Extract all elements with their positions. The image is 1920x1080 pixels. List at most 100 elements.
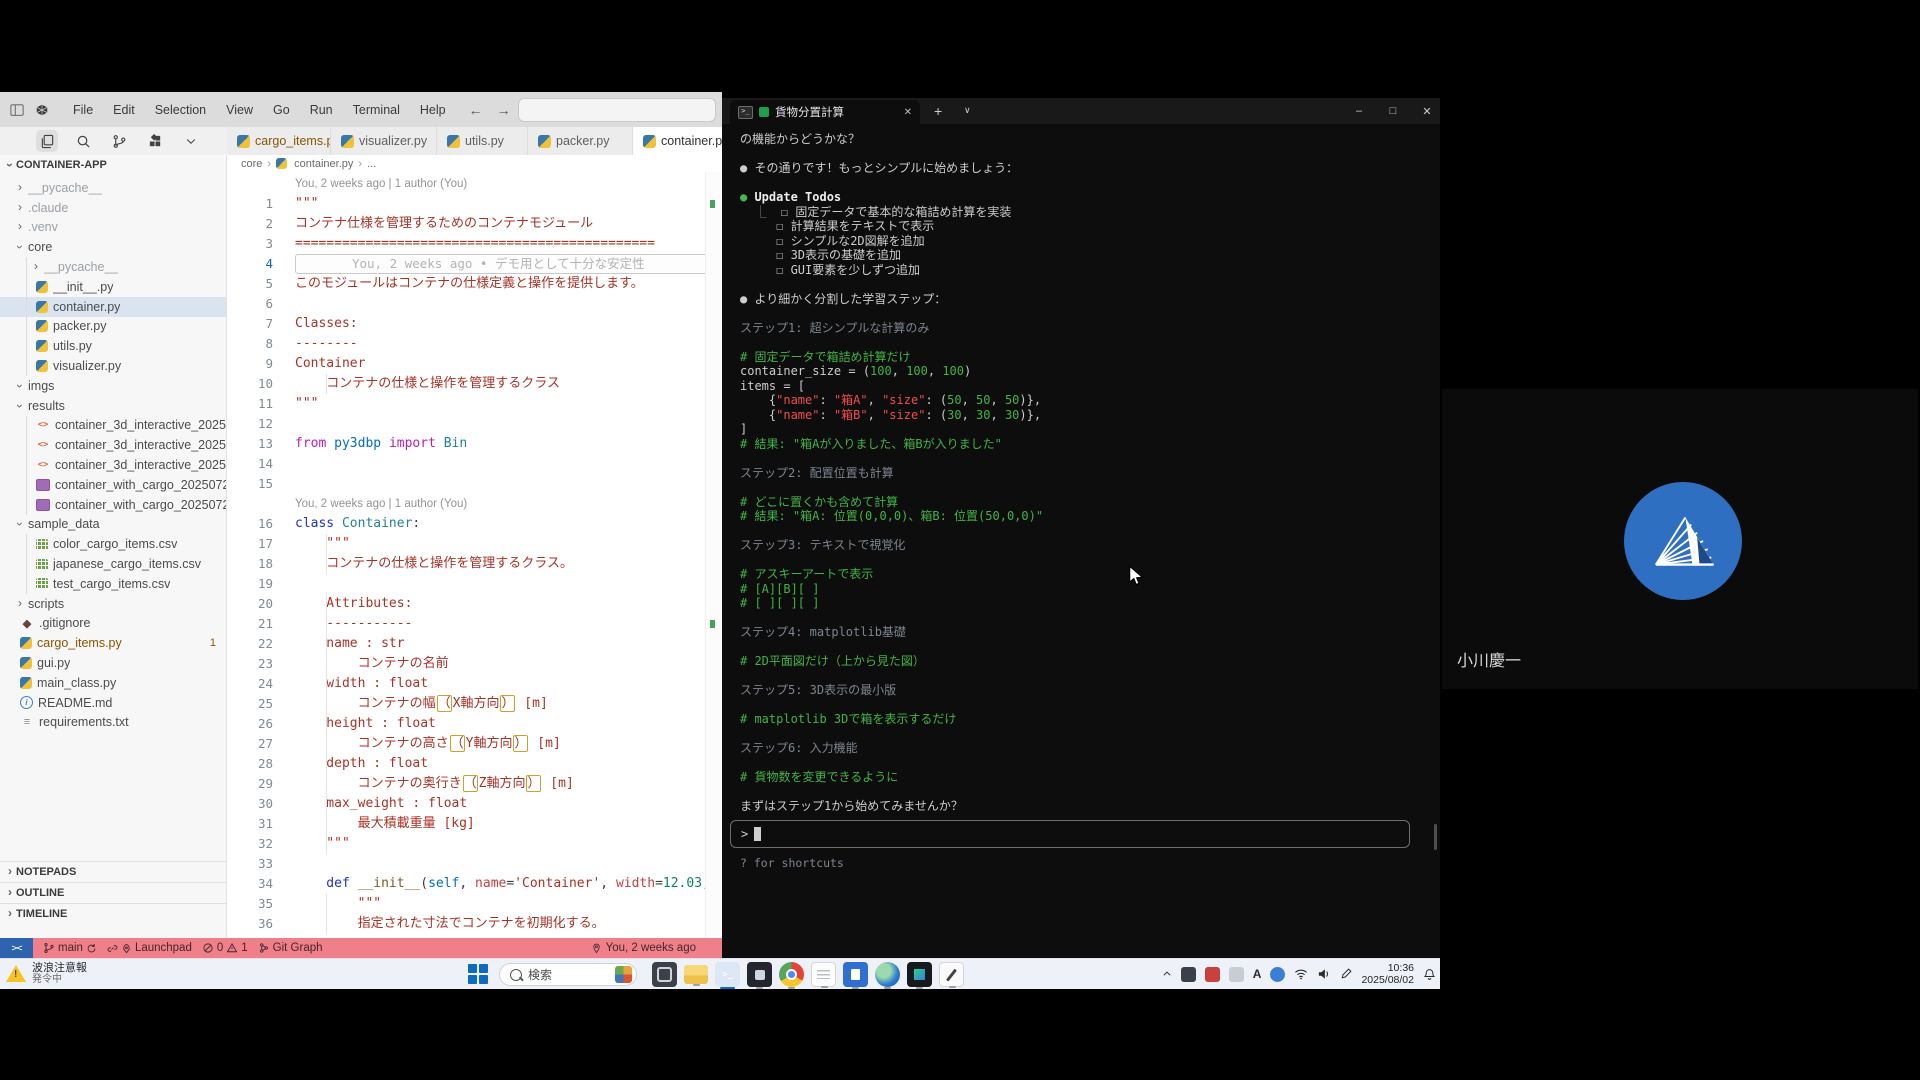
pen-app-icon[interactable] [939, 962, 964, 987]
tree-item-.venv[interactable]: ›.venv [0, 218, 226, 238]
edge-app-icon[interactable] [875, 962, 900, 987]
code-line[interactable]: 29 コンテナの奥行き（Z軸方向） [m] [227, 774, 722, 794]
breadcrumb[interactable]: core › container.py › ... [227, 155, 722, 172]
tree-item-__pycache__[interactable]: ›__pycache__ [0, 257, 226, 277]
tree-item-container_3d_interactive_2025072...[interactable]: <>container_3d_interactive_2025072... [0, 416, 226, 436]
menu-help[interactable]: Help [411, 100, 455, 120]
section-timeline[interactable]: ›TIMELINE [0, 903, 226, 924]
code-line[interactable]: 16class Container: [227, 514, 722, 534]
folder-app-icon[interactable] [684, 965, 708, 984]
tree-item-.claude[interactable]: ›.claude [0, 198, 226, 218]
code-line[interactable]: 3=======================================… [227, 234, 722, 254]
codelens-blame[interactable]: You, 2 weeks ago | 1 author (You) [227, 494, 722, 514]
tree-item-requirements.txt[interactable]: ≡requirements.txt [0, 713, 226, 733]
tree-item-core[interactable]: ›core [0, 237, 226, 257]
tree-item-container_with_cargo_20250721_1...[interactable]: container_with_cargo_20250721_1... [0, 475, 226, 495]
code-line[interactable]: 22 name : str [227, 634, 722, 654]
notification-bell-icon[interactable] [1423, 968, 1436, 981]
menu-edit[interactable]: Edit [104, 100, 144, 120]
wifi-icon[interactable] [1294, 968, 1308, 980]
explorer-icon[interactable] [36, 130, 58, 152]
tree-item-japanese_cargo_items.csv[interactable]: japanese_cargo_items.csv [0, 554, 226, 574]
blame-status[interactable]: You, 2 weeks ago [591, 942, 696, 954]
tree-item-packer.py[interactable]: packer.py [0, 317, 226, 337]
tree-item-sample_data[interactable]: ›sample_data [0, 515, 226, 535]
code-editor[interactable]: You, 2 weeks ago | 1 author (You)1"""2コン… [227, 172, 722, 938]
code-line[interactable]: 25 コンテナの幅（X軸方向） [m] [227, 694, 722, 714]
command-center[interactable] [518, 98, 716, 122]
weather-widget[interactable]: ! 波浪注意報 発令中 [6, 962, 87, 985]
nav-back-icon[interactable]: ← [469, 102, 483, 118]
tree-item-__pycache__[interactable]: ›__pycache__ [0, 178, 226, 198]
problems-status[interactable]: 0 1 [202, 942, 248, 954]
tree-item-cargo_items.py[interactable]: cargo_items.py1 [0, 633, 226, 653]
tree-item-gui.py[interactable]: gui.py [0, 653, 226, 673]
code-line[interactable]: 35 """ [227, 894, 722, 914]
code-line[interactable]: 26 height : float [227, 714, 722, 734]
terminal-app-icon[interactable]: >_ [715, 962, 740, 987]
layout-toggle-icon[interactable] [9, 102, 25, 118]
tab-utils.py[interactable]: utils.py [437, 127, 528, 155]
git-branch-status[interactable]: main [43, 942, 97, 954]
tab-packer.py[interactable]: packer.py [528, 127, 633, 155]
code-line[interactable]: 24 width : float [227, 674, 722, 694]
code-line[interactable]: 1""" [227, 194, 722, 214]
terminal-prompt-input[interactable]: > [730, 820, 1410, 848]
taskbar-clock[interactable]: 10:36 2025/08/02 [1361, 962, 1414, 986]
code-line[interactable]: 9Container [227, 354, 722, 374]
tray-app-badge-icon[interactable] [1205, 967, 1220, 982]
code-line[interactable]: 4You, 2 weeks ago • デモ用として十分な安定性 [227, 254, 722, 274]
tree-item-results[interactable]: ›results [0, 396, 226, 416]
tree-item-main_class.py[interactable]: main_class.py [0, 673, 226, 693]
appdark-app-icon[interactable] [747, 962, 772, 987]
code-line[interactable]: 12 [227, 414, 722, 434]
tree-item-color_cargo_items.csv[interactable]: color_cargo_items.csv [0, 534, 226, 554]
code-line[interactable]: 32 """ [227, 834, 722, 854]
terminal-titlebar[interactable]: >_ 貨物分置計算 ✕ + ∨ – □ ✕ [722, 98, 1440, 124]
tree-item-imgs[interactable]: ›imgs [0, 376, 226, 396]
code-line[interactable]: 31 最大積載重量 [kg] [227, 814, 722, 834]
search-icon[interactable] [72, 130, 94, 152]
code-line[interactable]: 10 コンテナの仕様と操作を管理するクラス [227, 374, 722, 394]
code-line[interactable]: 14 [227, 454, 722, 474]
terminal-tab[interactable]: >_ 貨物分置計算 ✕ [730, 100, 920, 124]
tab-dropdown-icon[interactable]: ∨ [964, 105, 971, 116]
minimize-button[interactable]: – [1344, 98, 1374, 124]
extensions-icon[interactable] [144, 130, 166, 152]
tree-item-utils.py[interactable]: utils.py [0, 336, 226, 356]
menu-run[interactable]: Run [301, 100, 342, 120]
tree-item-__init__.py[interactable]: __init__.py [0, 277, 226, 297]
code-line[interactable]: 34 def __init__(self, name='Container', … [227, 874, 722, 894]
appblue-app-icon[interactable] [843, 962, 868, 987]
tree-item-README.md[interactable]: iREADME.md [0, 693, 226, 713]
breadcrumb-file[interactable]: container.py [294, 158, 353, 170]
code-line[interactable]: 7Classes: [227, 314, 722, 334]
code-line[interactable]: 28 depth : float [227, 754, 722, 774]
tree-item-test_cargo_items.csv[interactable]: test_cargo_items.csv [0, 574, 226, 594]
more-views-chevron-icon[interactable] [180, 130, 202, 152]
msn-weather-icon[interactable] [615, 966, 632, 983]
tree-item-visualizer.py[interactable]: visualizer.py [0, 356, 226, 376]
menu-selection[interactable]: Selection [146, 100, 215, 120]
tab-visualizer.py[interactable]: visualizer.py [331, 127, 437, 155]
source-control-icon[interactable] [108, 130, 130, 152]
section-notepads[interactable]: ›NOTEPADS [0, 861, 226, 882]
overview-ruler[interactable] [705, 172, 722, 938]
notes-app-icon[interactable] [811, 962, 836, 987]
volume-icon[interactable] [1317, 968, 1331, 980]
code-line[interactable]: 21 ----------- [227, 614, 722, 634]
section-outline[interactable]: ›OUTLINE [0, 882, 226, 903]
menu-go[interactable]: Go [264, 100, 299, 120]
launchpad-status[interactable]: Launchpad [107, 942, 192, 954]
code-line[interactable]: 8-------- [227, 334, 722, 354]
nav-forward-icon[interactable]: → [497, 102, 511, 118]
snip-app-icon[interactable] [652, 962, 677, 987]
code-line[interactable]: 36 指定された寸法でコンテナを初期化する。 [227, 914, 722, 934]
pen-icon[interactable] [1340, 968, 1352, 980]
code-line[interactable]: 13from py3dbp import Bin [227, 434, 722, 454]
chrome-app-icon[interactable] [779, 962, 804, 987]
tray-app-icon[interactable] [1229, 967, 1244, 982]
remote-indicator[interactable]: >< [0, 938, 33, 958]
start-button[interactable] [468, 964, 489, 985]
tray-chevron-icon[interactable] [1162, 969, 1172, 979]
